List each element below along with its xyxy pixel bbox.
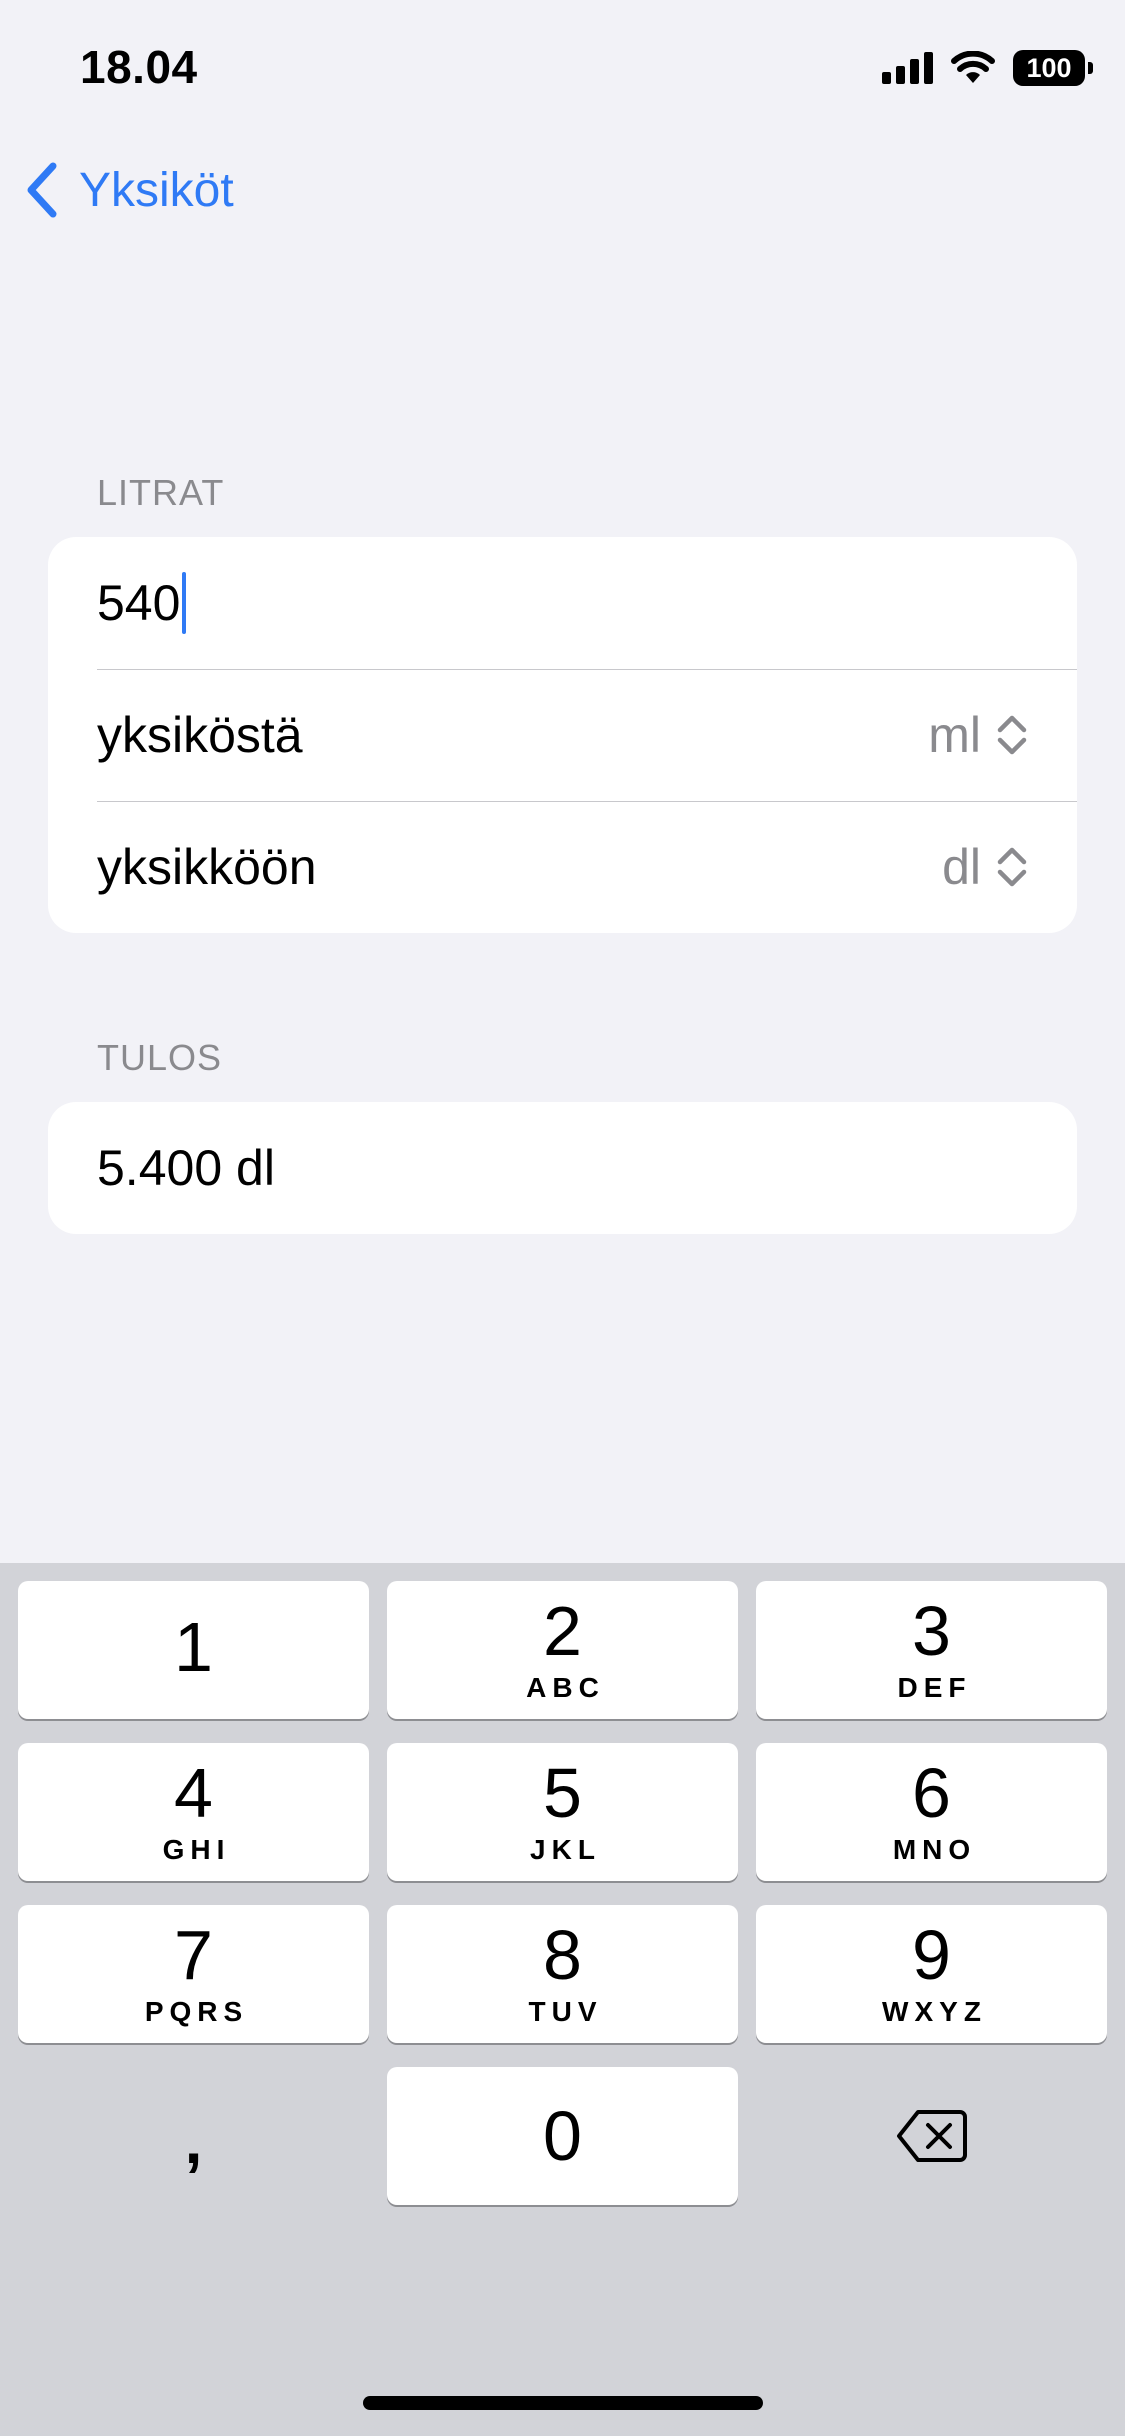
status-bar: 18.04 100 [0, 0, 1125, 140]
key-3[interactable]: 3 DEF [756, 1581, 1107, 1719]
status-time: 18.04 [80, 41, 198, 93]
section-header-tulos: TULOS [97, 1037, 223, 1078]
key-8[interactable]: 8 TUV [387, 1905, 738, 2043]
from-unit-row[interactable]: yksiköstä ml [48, 669, 1077, 801]
home-indicator[interactable] [363, 2396, 763, 2410]
back-button[interactable]: Yksiköt [25, 160, 234, 220]
result-row: 5.400 dl [48, 1102, 1077, 1234]
key-letters: JKL [530, 1834, 601, 1865]
key-digit: 7 [174, 1916, 213, 1994]
key-letters: WXYZ [882, 1996, 987, 2027]
key-letters: TUV [528, 1996, 603, 2027]
to-unit-label: yksikköön [97, 839, 317, 895]
key-6[interactable]: 6 MNO [756, 1743, 1107, 1881]
cellular-signal-icon [882, 52, 933, 84]
status-icons: 100 [882, 50, 1093, 86]
key-comma[interactable]: , [18, 2067, 369, 2205]
backspace-icon [896, 2110, 967, 2162]
key-digit: 6 [912, 1754, 951, 1832]
key-digit: 3 [912, 1592, 951, 1670]
key-2[interactable]: 2 ABC [387, 1581, 738, 1719]
key-5[interactable]: 5 JKL [387, 1743, 738, 1881]
chevron-up-down-icon [997, 847, 1027, 887]
battery-level: 100 [1026, 52, 1072, 83]
key-digit: 9 [912, 1916, 951, 1994]
from-unit-value: ml [928, 707, 981, 763]
amount-input-row[interactable]: 540 [48, 537, 1077, 669]
key-0[interactable]: 0 [387, 2067, 738, 2205]
key-digit: 2 [543, 1592, 582, 1670]
key-letters: MNO [892, 1834, 977, 1865]
battery-icon: 100 [1013, 50, 1093, 86]
from-unit-label: yksiköstä [97, 707, 303, 763]
key-digit: 5 [543, 1754, 582, 1832]
back-button-label: Yksiköt [79, 163, 234, 217]
to-unit-row[interactable]: yksikköön dl [48, 801, 1077, 933]
key-4[interactable]: 4 GHI [18, 1743, 369, 1881]
conversion-input-group: 540 yksiköstä ml yksikköön dl [48, 537, 1077, 933]
result-group: 5.400 dl [48, 1102, 1077, 1234]
key-digit: 8 [543, 1916, 582, 1994]
key-digit: 1 [174, 1608, 213, 1686]
text-caret [182, 572, 187, 634]
key-comma-label: , [184, 2105, 203, 2177]
section-header-litrat: LITRAT [97, 472, 225, 513]
chevron-left-icon [27, 162, 57, 218]
from-unit-picker[interactable]: ml [928, 706, 1029, 764]
key-letters: ABC [526, 1672, 605, 1703]
amount-input[interactable]: 540 [97, 574, 180, 632]
result-value: 5.400 dl [97, 1140, 275, 1196]
chevron-up-down-icon [997, 715, 1027, 755]
key-letters: GHI [162, 1834, 231, 1865]
delete-key[interactable] [756, 2067, 1107, 2205]
numeric-keypad: 1 2 ABC 3 DEF 4 GHI 5 JKL 6 MNO 7 PQRS 8… [0, 1563, 1125, 2436]
key-digit: 4 [174, 1754, 213, 1832]
wifi-icon [951, 51, 995, 83]
key-1[interactable]: 1 [18, 1581, 369, 1719]
key-digit: 0 [543, 2097, 582, 2175]
to-unit-picker[interactable]: dl [942, 838, 1029, 896]
key-letters: PQRS [144, 1996, 249, 2027]
key-letters: DEF [897, 1672, 972, 1703]
to-unit-value: dl [942, 839, 981, 895]
key-7[interactable]: 7 PQRS [18, 1905, 369, 2043]
key-9[interactable]: 9 WXYZ [756, 1905, 1107, 2043]
